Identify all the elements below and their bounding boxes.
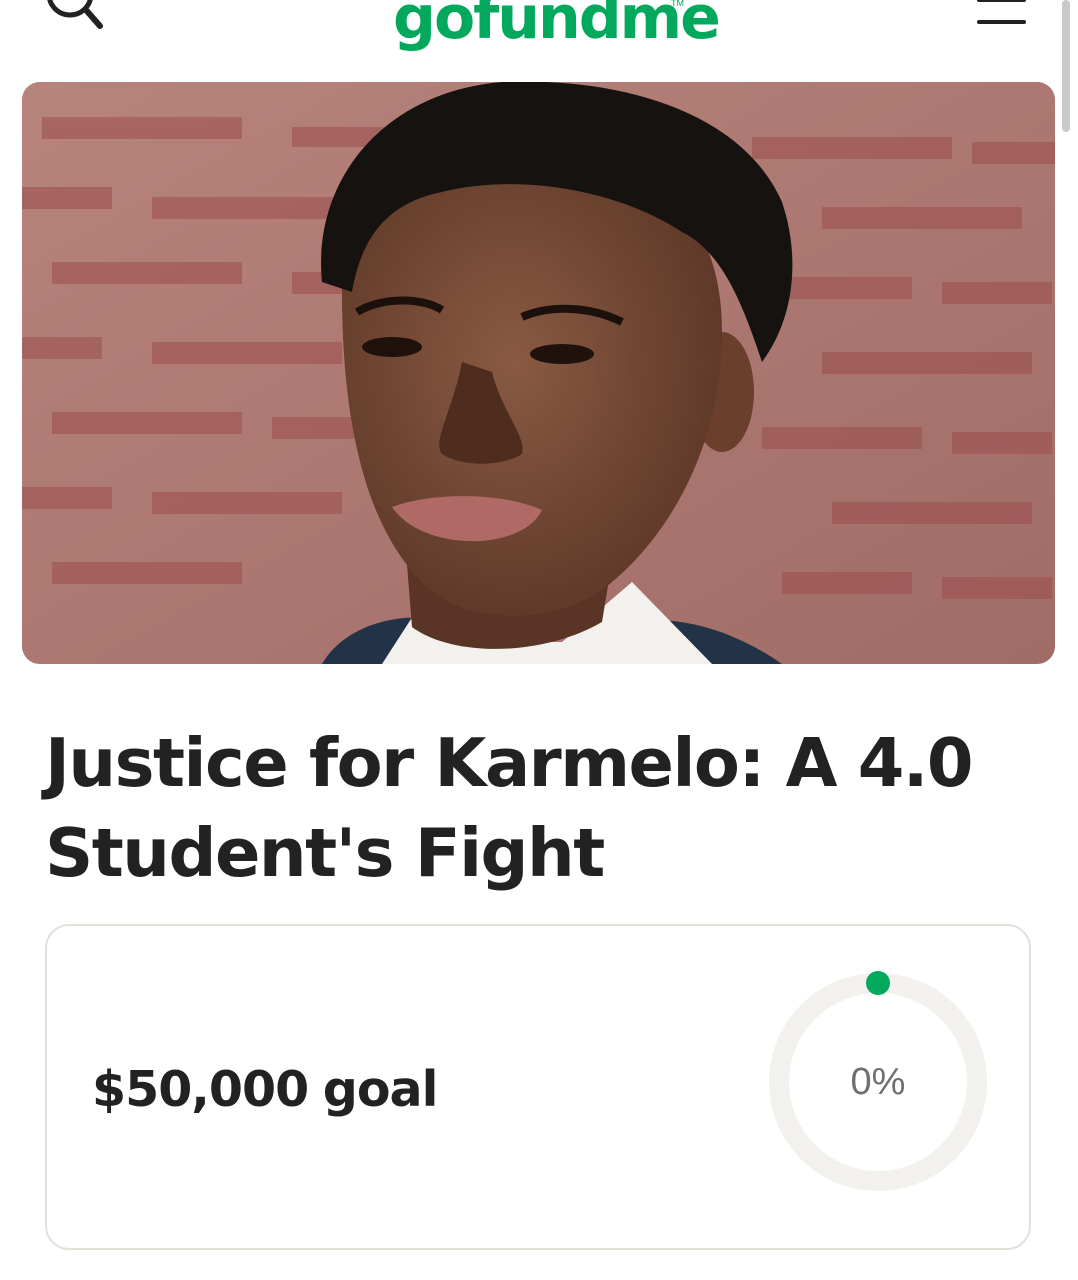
campaign-title: Justice for Karmelo: A 4.0 Student's Fig… [45, 724, 973, 892]
goal-amount: $50,000 [92, 1061, 309, 1118]
search-icon [47, 0, 103, 29]
goal-text: $50,000 goal [92, 1061, 439, 1118]
top-nav-bar: gofundme TM [0, 0, 1078, 70]
campaign-photo[interactable] [22, 82, 1055, 664]
progress-percent: 0% [850, 1061, 906, 1103]
menu-button[interactable] [972, 0, 1032, 30]
trademark-mark: TM [671, 0, 684, 8]
goal-card: $50,000 goal 0% [45, 924, 1031, 1250]
goal-label: goal [322, 1061, 439, 1118]
scrollbar-thumb[interactable] [1062, 0, 1070, 132]
search-button[interactable] [40, 0, 110, 40]
campaign-photo-portrait [22, 82, 1055, 664]
progress-indicator-dot [866, 971, 890, 995]
page: gofundme TM Justice for Karmelo: A 4.0 S… [0, 0, 1078, 1280]
gofundme-logo[interactable]: gofundme [393, 0, 721, 48]
